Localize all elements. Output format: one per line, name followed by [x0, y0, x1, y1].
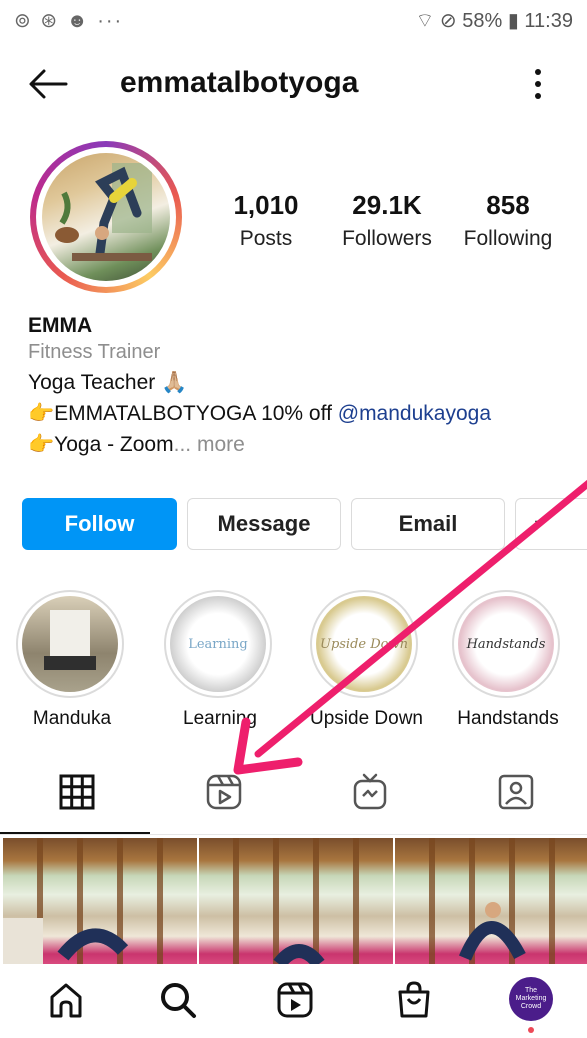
more-options-icon[interactable]	[526, 64, 550, 104]
bio-line-3-text: 👉Yoga - Zoom	[28, 433, 174, 456]
bio-line-2: 👉EMMATALBOTYOGA 10% off @mandukayoga	[28, 402, 491, 426]
posts-count: 1,010	[233, 190, 299, 220]
highlight-label: Handstands	[457, 708, 559, 729]
do-not-disturb-icon: ⊘	[439, 10, 457, 32]
bio-line-2-text: 👉EMMATALBOTYOGA 10% off	[28, 402, 338, 425]
profile-category: Fitness Trainer	[28, 341, 161, 363]
grid-posts-tab-icon[interactable]	[57, 772, 97, 812]
follow-button[interactable]: Follow	[22, 498, 177, 550]
mention-link[interactable]: @mandukayoga	[338, 402, 491, 425]
highlight-upside-down[interactable]: Upside Down Upside Down	[310, 590, 423, 730]
following-label: Following	[463, 227, 553, 250]
post-thumbnail[interactable]	[199, 838, 393, 964]
highlight-cover	[22, 596, 118, 692]
email-button[interactable]: Email	[351, 498, 505, 550]
highlight-handstands[interactable]: Handstands Handstands	[452, 590, 564, 730]
highlight-learning[interactable]: Learning Learning	[164, 590, 276, 730]
highlight-label: Learning	[183, 708, 257, 729]
following-count: 858	[486, 190, 530, 220]
bio-line-1: Yoga Teacher 🙏🏼	[28, 371, 188, 394]
more-link[interactable]: ... more	[174, 433, 245, 456]
back-arrow-icon[interactable]	[28, 66, 68, 102]
highlight-cover: Handstands	[458, 596, 554, 692]
highlight-label: Manduka	[32, 708, 112, 729]
profile-display-name: EMMA	[28, 314, 93, 337]
followers-count: 29.1K	[352, 190, 422, 220]
followers-stat[interactable]: 29.1K Followers	[334, 190, 440, 251]
highlight-cover-text: Learning	[188, 636, 248, 652]
search-icon[interactable]	[158, 980, 198, 1020]
profile-nav-avatar[interactable]: The Marketing Crowd	[509, 977, 553, 1021]
shop-icon[interactable]	[394, 980, 434, 1020]
followers-label: Followers	[342, 227, 432, 250]
highlight-manduka[interactable]: Manduka	[16, 590, 128, 730]
bio-line-3: 👉Yoga - Zoom... more	[28, 433, 245, 457]
highlight-cover-text: Upside Down	[319, 636, 408, 652]
tagged-tab-icon[interactable]	[496, 772, 536, 812]
home-icon[interactable]	[46, 980, 86, 1020]
profile-username: emmatalbotyoga	[120, 66, 359, 99]
following-stat[interactable]: 858 Following	[456, 190, 560, 251]
highlight-cover-text: Handstands	[466, 636, 546, 652]
wifi-icon: ⌔	[415, 10, 435, 32]
post-thumbnail[interactable]	[395, 838, 587, 964]
profile-avatar[interactable]	[42, 153, 170, 281]
posts-label: Posts	[239, 227, 293, 250]
status-right: ⌔ ⊘ 58% ▮ 11:39	[416, 8, 573, 33]
reels-tab-icon[interactable]	[204, 772, 244, 812]
battery-icon: ▮	[507, 10, 519, 32]
notification-dot	[528, 1027, 534, 1033]
post-thumbnail[interactable]	[3, 838, 197, 964]
battery-percent: 58%	[462, 10, 503, 32]
clock: 11:39	[524, 10, 573, 32]
highlight-cover: Upside Down	[316, 596, 412, 692]
highlight-label: Upside Down	[310, 708, 423, 729]
more-actions-button[interactable]: ›	[515, 498, 587, 550]
message-button[interactable]: Message	[187, 498, 341, 550]
posts-stat: 1,010 Posts	[218, 190, 314, 251]
igtv-tab-icon[interactable]	[350, 772, 390, 812]
status-notification-icons: ⊚ ⊛ ☻ ···	[14, 10, 124, 32]
highlight-cover: Learning	[170, 596, 266, 692]
reels-icon[interactable]	[275, 980, 315, 1020]
status-bar: ⊚ ⊛ ☻ ··· ⌔ ⊘ 58% ▮ 11:39	[0, 0, 587, 40]
